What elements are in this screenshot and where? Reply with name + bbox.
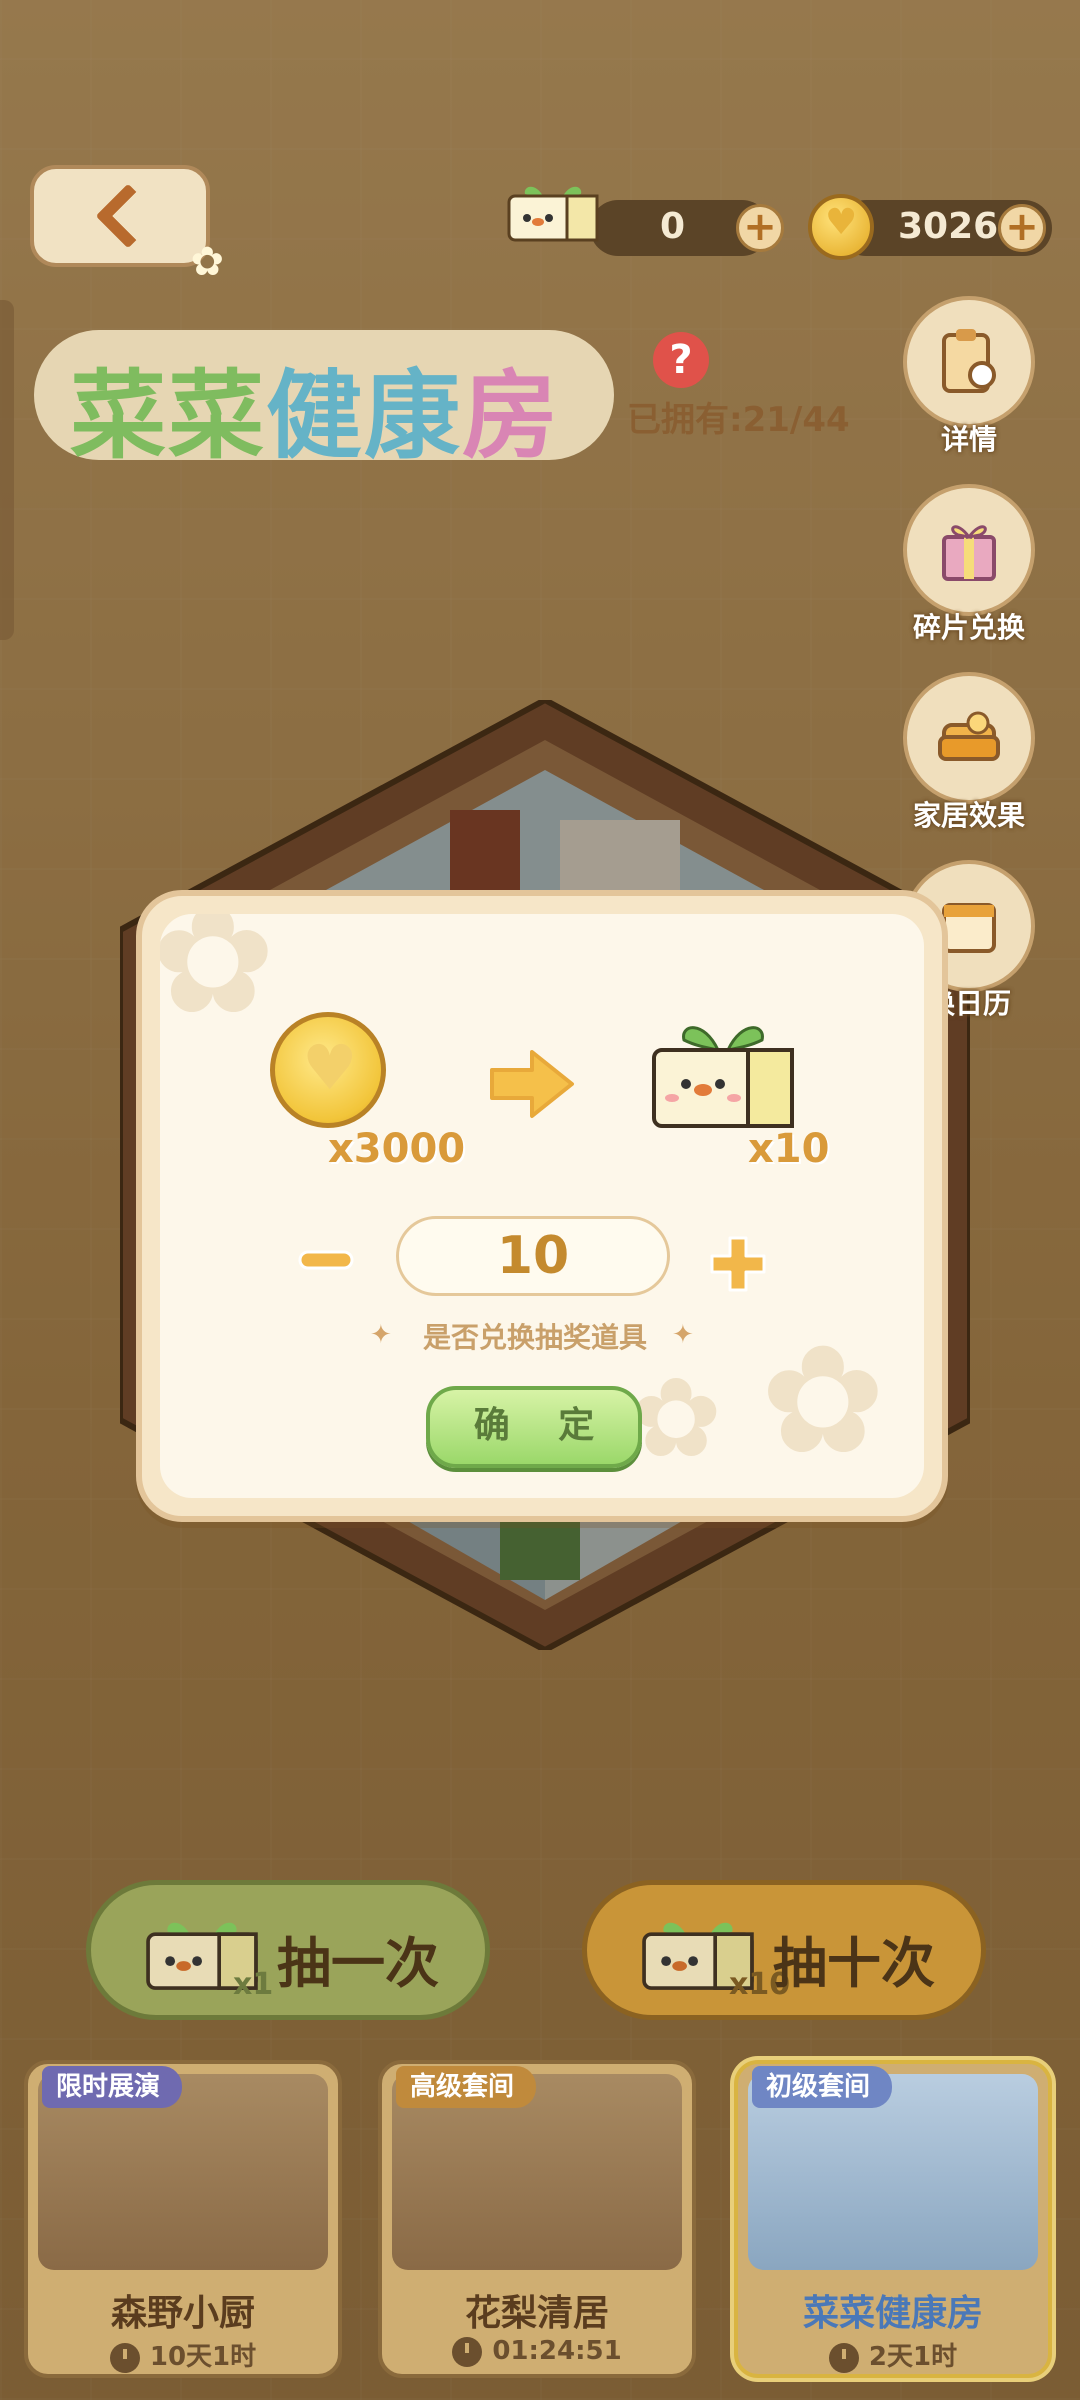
draw-once-mult: x1 <box>233 1967 274 2002</box>
card-timer: 10天1时 <box>28 2336 338 2373</box>
card-name: 菜菜健康房 <box>802 2293 983 2334</box>
clock-icon <box>452 2336 483 2367</box>
card-tag: 高级套间 <box>396 2066 537 2108</box>
owned-count: 已拥有:21/44 <box>627 400 850 440</box>
clock-icon <box>109 2342 140 2373</box>
room-title: 菜菜健康房 <box>70 360 560 472</box>
card-timer: 2天1时 <box>738 2336 1048 2373</box>
leaf-decoration: ✿ <box>760 1314 886 1488</box>
card-name: 花梨清居 <box>464 2293 609 2334</box>
draw-ten-label: 抽十次 <box>773 1932 935 1995</box>
leaf-decoration: ✿ <box>630 1354 723 1482</box>
clock-icon <box>828 2342 859 2373</box>
edge-drawer-handle[interactable] <box>0 300 14 640</box>
room-card-senye[interactable]: 限时展演 森野小厨 10天1时 <box>24 2060 342 2378</box>
help-icon[interactable]: ? <box>653 332 709 388</box>
quantity-input[interactable]: 10 <box>396 1216 670 1296</box>
furniture-effect-button[interactable]: 家居效果 <box>900 672 1038 834</box>
room-card-caicai[interactable]: 初级套间 菜菜健康房 2天1时 <box>734 2060 1052 2378</box>
add-ticket-button[interactable]: + <box>736 204 784 252</box>
gift-box-icon <box>942 525 996 581</box>
arrow-right-icon <box>490 1050 574 1118</box>
sparkle-icon: ✦ <box>672 1320 694 1350</box>
leaf-decoration: ✿ <box>160 914 276 1048</box>
card-timer: 01:24:51 <box>382 2336 692 2367</box>
card-tag: 初级套间 <box>752 2066 893 2108</box>
clipboard-icon <box>942 329 996 393</box>
add-coin-button[interactable]: + <box>998 204 1046 252</box>
draw-ten-button[interactable]: x10 抽十次 <box>582 1880 986 2020</box>
flower-icon: ✿ <box>190 239 224 285</box>
coin-cost-label: x3000 <box>328 1126 466 1172</box>
card-tag: 限时展演 <box>42 2066 183 2108</box>
increase-quantity-button[interactable] <box>706 1232 770 1296</box>
ticket-gain-label: x10 <box>748 1126 830 1172</box>
ticket-counter: 0 + <box>590 200 784 256</box>
confirm-button[interactable]: 确 定 <box>426 1386 642 1468</box>
ticket-count: 0 <box>660 206 686 247</box>
draw-once-label: 抽一次 <box>277 1932 439 1995</box>
fragment-exchange-button[interactable]: 碎片兑换 <box>900 484 1038 646</box>
sofa-icon <box>938 711 1000 761</box>
back-button[interactable]: ✿ <box>30 165 224 285</box>
ticket-icon <box>507 186 599 242</box>
decrease-quantity-button[interactable] <box>296 1242 356 1278</box>
room-card-huali[interactable]: 高级套间 花梨清居 01:24:51 <box>378 2060 696 2378</box>
chevron-left-icon <box>95 183 161 249</box>
draw-once-button[interactable]: x1 抽一次 <box>86 1880 490 2020</box>
coin-icon <box>270 1012 386 1128</box>
card-name: 森野小厨 <box>110 2293 255 2334</box>
coin-icon <box>808 194 874 260</box>
coin-count: 3026 <box>898 206 999 247</box>
lottery-ticket-icon <box>652 1026 794 1128</box>
exchange-hint: 是否兑换抽奖道具 <box>422 1321 647 1354</box>
details-button[interactable]: 详情 <box>900 296 1038 458</box>
